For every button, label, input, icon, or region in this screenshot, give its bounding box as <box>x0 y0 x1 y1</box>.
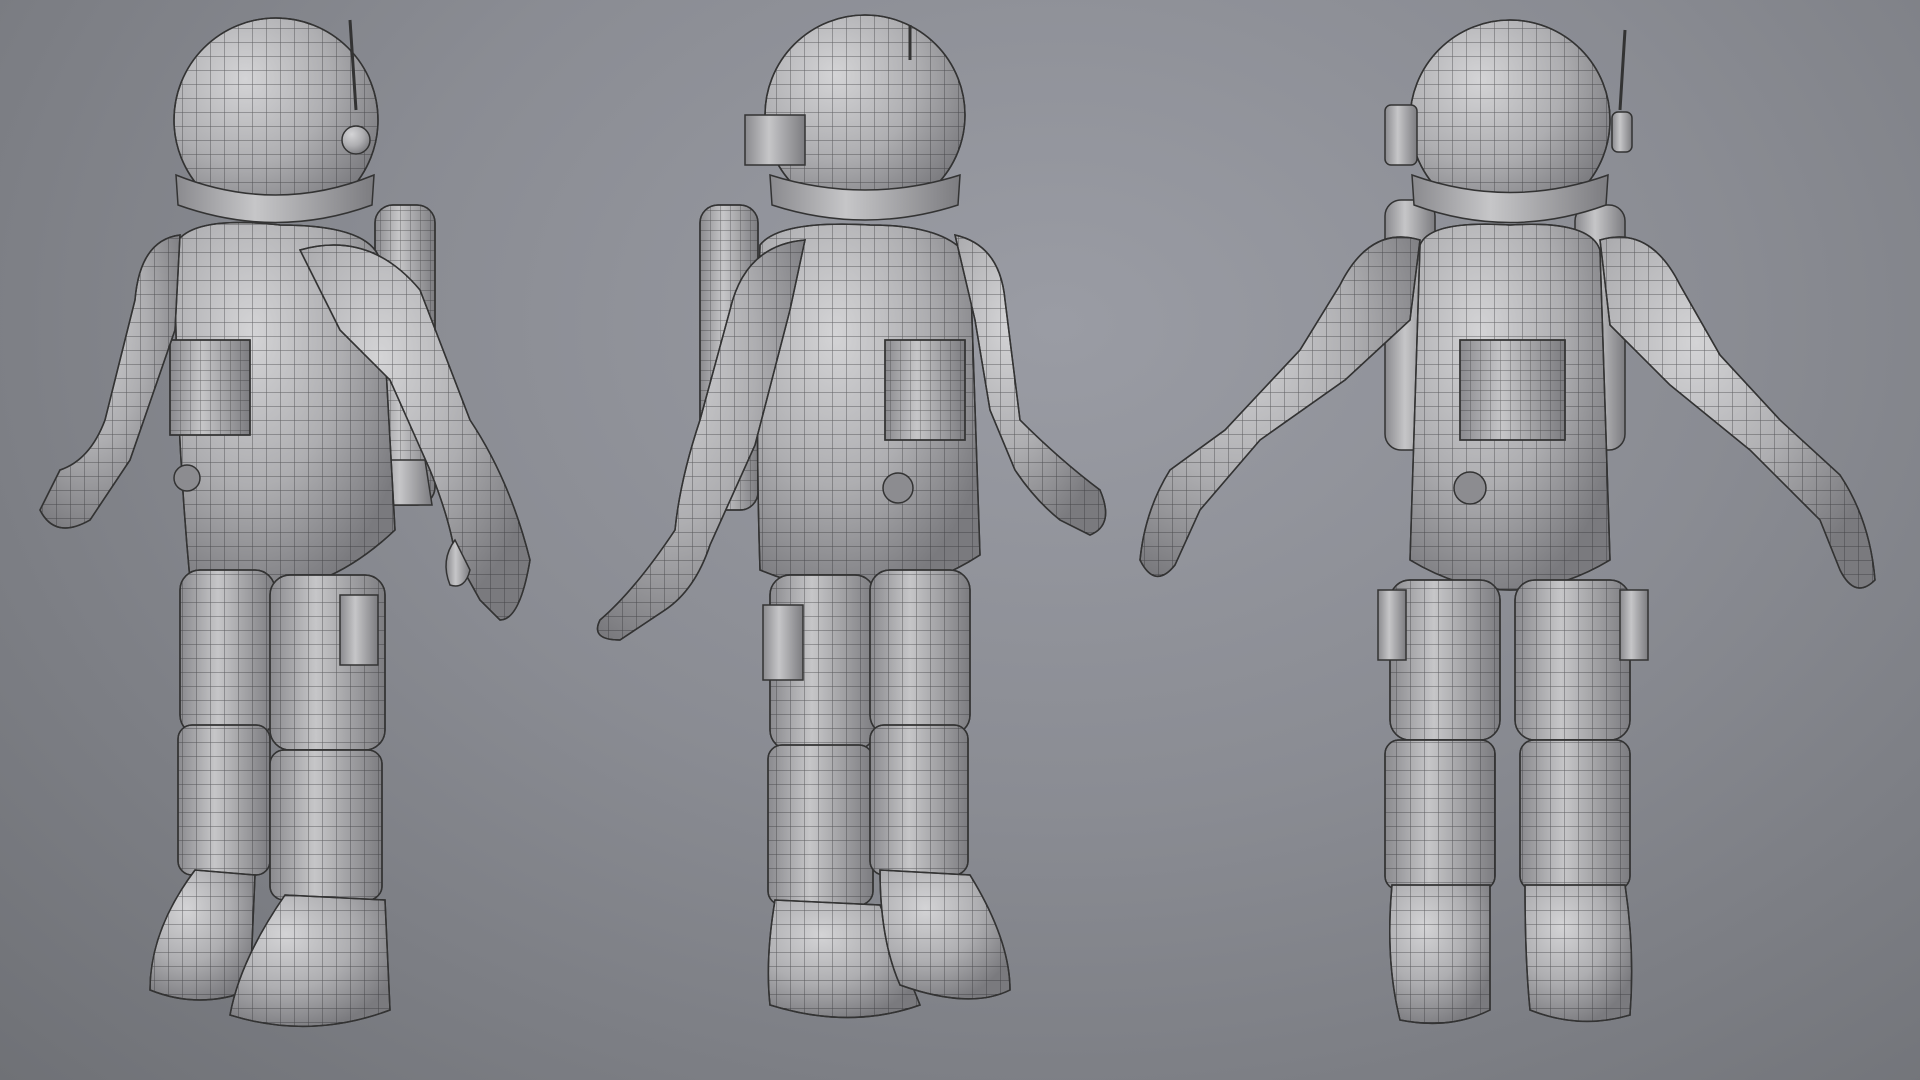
right-arm <box>1599 236 1876 589</box>
legs <box>762 569 1011 1019</box>
helmet <box>173 17 379 224</box>
helmet <box>1384 19 1633 224</box>
wireframe-render-canvas <box>0 0 1920 1080</box>
left-arm <box>1139 236 1421 577</box>
side-three-quarter-view <box>580 0 1140 1080</box>
helmet <box>744 14 966 221</box>
left-arm <box>39 234 181 529</box>
torso <box>1409 223 1611 591</box>
back-view <box>1130 0 1910 1080</box>
legs <box>1377 579 1649 1025</box>
three-quarter-view <box>0 0 600 1080</box>
legs <box>149 569 391 1028</box>
